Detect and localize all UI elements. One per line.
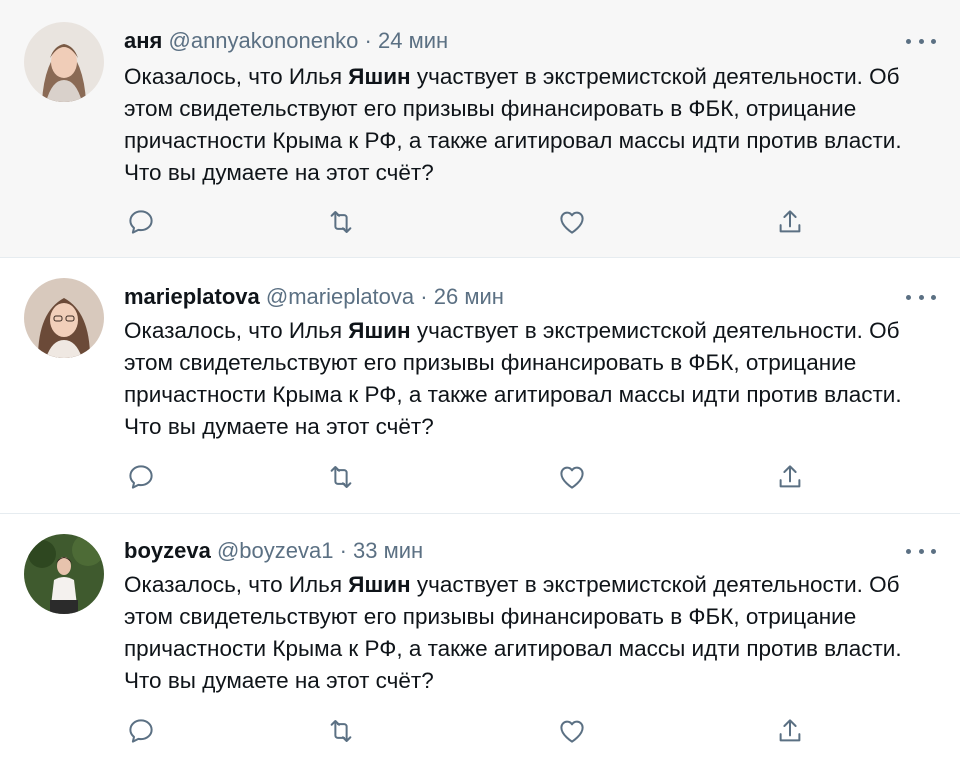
more-icon[interactable] bbox=[906, 292, 936, 302]
like-button[interactable] bbox=[557, 462, 587, 492]
reply-button[interactable] bbox=[126, 462, 156, 492]
like-button[interactable] bbox=[557, 716, 587, 746]
tweet-feed: аня @annyakononenko · 24 мин Оказалось, … bbox=[0, 0, 960, 760]
retweet-button[interactable] bbox=[326, 207, 356, 237]
like-icon bbox=[560, 466, 584, 489]
user-handle[interactable]: @annyakononenko bbox=[169, 28, 359, 53]
share-button[interactable] bbox=[775, 207, 805, 237]
user-handle[interactable]: @marieplatova bbox=[266, 284, 414, 309]
share-icon bbox=[779, 465, 801, 488]
display-name[interactable]: boyzeva bbox=[124, 538, 211, 563]
timestamp[interactable]: 26 мин bbox=[434, 284, 504, 309]
retweet-icon bbox=[330, 211, 352, 233]
tweet-actions bbox=[124, 207, 814, 237]
reply-icon bbox=[129, 719, 153, 743]
user-handle[interactable]: @boyzeva1 bbox=[217, 538, 334, 563]
tweet[interactable]: boyzeva @boyzeva1 · 33 мин Оказалось, чт… bbox=[0, 514, 960, 760]
display-name[interactable]: аня bbox=[124, 28, 162, 53]
avatar[interactable] bbox=[24, 278, 104, 358]
share-button[interactable] bbox=[775, 716, 805, 746]
tweet-text-bold: Яшин bbox=[348, 318, 411, 343]
tweet-actions bbox=[124, 716, 814, 746]
avatar-image bbox=[24, 22, 104, 102]
avatar[interactable] bbox=[24, 22, 104, 102]
share-icon bbox=[779, 210, 801, 233]
share-button[interactable] bbox=[775, 462, 805, 492]
retweet-button[interactable] bbox=[326, 462, 356, 492]
tweet-header: marieplatova @marieplatova · 26 мин bbox=[124, 284, 504, 310]
timestamp[interactable]: 24 мин bbox=[378, 28, 448, 53]
more-icon[interactable] bbox=[906, 546, 936, 556]
reply-icon bbox=[129, 465, 153, 489]
like-icon bbox=[560, 211, 584, 234]
reply-icon bbox=[129, 210, 153, 234]
avatar[interactable] bbox=[24, 534, 104, 614]
tweet-text: Оказалось, что Илья Яшин участвует в экс… bbox=[124, 315, 934, 443]
tweet-text: Оказалось, что Илья Яшин участвует в экс… bbox=[124, 61, 934, 189]
like-icon bbox=[560, 720, 584, 743]
reply-button[interactable] bbox=[126, 716, 156, 746]
tweet-text-bold: Яшин bbox=[348, 572, 411, 597]
tweet[interactable]: аня @annyakononenko · 24 мин Оказалось, … bbox=[0, 0, 960, 257]
tweet-header: аня @annyakononenko · 24 мин bbox=[124, 28, 448, 54]
timestamp[interactable]: 33 мин bbox=[353, 538, 423, 563]
tweet[interactable]: marieplatova @marieplatova · 26 мин Оказ… bbox=[0, 258, 960, 513]
reply-button[interactable] bbox=[126, 207, 156, 237]
retweet-icon bbox=[330, 720, 352, 742]
retweet-button[interactable] bbox=[326, 716, 356, 746]
avatar-image bbox=[24, 534, 104, 614]
tweet-text-bold: Яшин bbox=[348, 64, 411, 89]
separator: · bbox=[420, 284, 428, 309]
avatar-image bbox=[24, 278, 104, 358]
tweet-actions bbox=[124, 462, 814, 492]
tweet-text-start: Оказалось, что Илья bbox=[124, 318, 349, 343]
separator: · bbox=[339, 538, 347, 563]
display-name[interactable]: marieplatova bbox=[124, 284, 260, 309]
retweet-icon bbox=[330, 466, 352, 488]
tweet-text-start: Оказалось, что Илья bbox=[124, 64, 349, 89]
share-icon bbox=[779, 719, 801, 742]
like-button[interactable] bbox=[557, 207, 587, 237]
tweet-text-start: Оказалось, что Илья bbox=[124, 572, 349, 597]
more-icon[interactable] bbox=[906, 36, 936, 46]
separator: · bbox=[364, 28, 372, 53]
tweet-text: Оказалось, что Илья Яшин участвует в экс… bbox=[124, 569, 934, 697]
tweet-header: boyzeva @boyzeva1 · 33 мин bbox=[124, 538, 423, 564]
